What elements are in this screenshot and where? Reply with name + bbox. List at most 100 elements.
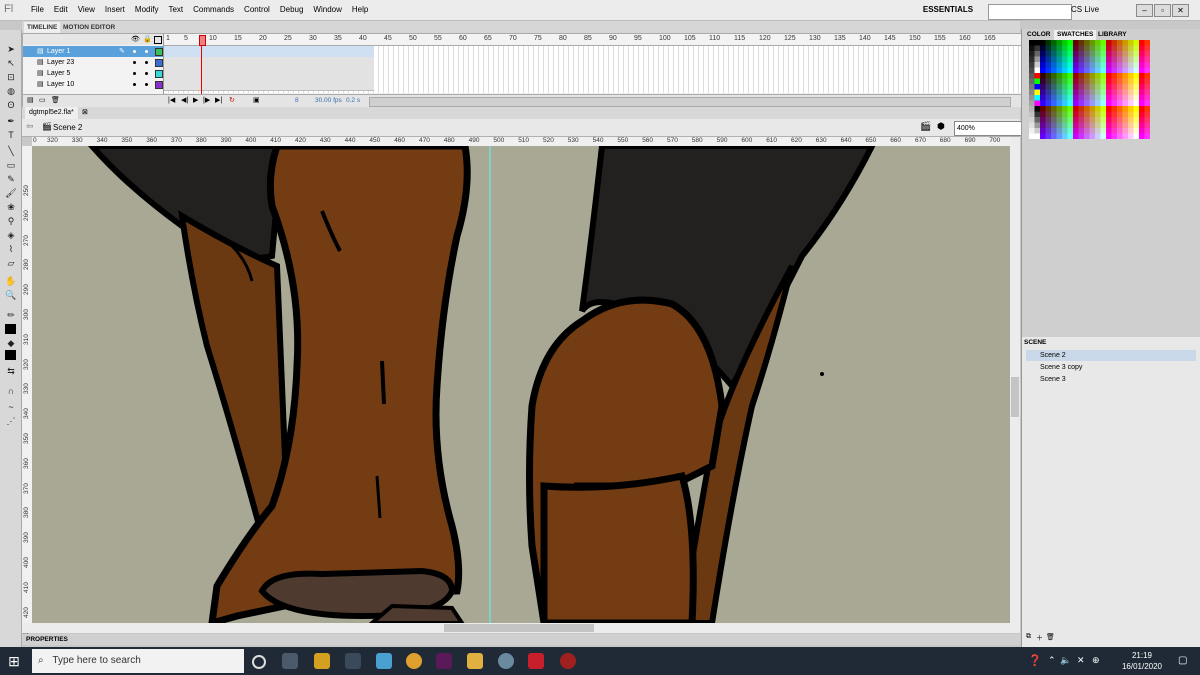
- visibility-dot[interactable]: [133, 83, 136, 86]
- tab-swatches[interactable]: SWATCHES: [1054, 30, 1097, 40]
- color-swatch[interactable]: [1034, 84, 1041, 90]
- color-swatch[interactable]: [1062, 133, 1068, 140]
- color-swatch[interactable]: [1100, 51, 1107, 57]
- tab-library[interactable]: LIBRARY: [1095, 30, 1130, 40]
- tab-timeline[interactable]: TIMELINE: [24, 22, 61, 33]
- lasso-tool-icon[interactable]: ʘ: [5, 100, 17, 110]
- color-swatch[interactable]: [1139, 100, 1145, 107]
- color-swatch[interactable]: [1133, 56, 1140, 63]
- color-swatch[interactable]: [1051, 100, 1057, 107]
- color-swatch[interactable]: [1045, 56, 1052, 63]
- subselection-tool-icon[interactable]: ↖: [5, 58, 17, 68]
- color-swatch[interactable]: [1067, 95, 1074, 101]
- color-swatch[interactable]: [1078, 84, 1085, 90]
- color-swatch[interactable]: [1062, 100, 1068, 107]
- color-swatch[interactable]: [1117, 40, 1123, 46]
- color-swatch[interactable]: [1084, 62, 1090, 68]
- network-icon[interactable]: ⊕: [1092, 655, 1100, 666]
- color-swatch[interactable]: [1095, 122, 1101, 129]
- rectangle-tool-icon[interactable]: ▭: [5, 160, 17, 170]
- color-swatch[interactable]: [1078, 89, 1085, 96]
- color-swatch[interactable]: [1040, 40, 1046, 46]
- color-swatch[interactable]: [1139, 78, 1145, 85]
- onion-skin-icon[interactable]: ▣: [253, 96, 260, 104]
- color-swatch[interactable]: [1078, 133, 1085, 140]
- color-swatch[interactable]: [1117, 111, 1123, 118]
- last-frame-icon[interactable]: ▶|: [215, 96, 222, 104]
- color-swatch[interactable]: [1029, 51, 1035, 57]
- color-swatch[interactable]: [1067, 111, 1074, 118]
- color-swatch[interactable]: [1056, 128, 1063, 134]
- color-swatch[interactable]: [1106, 51, 1112, 57]
- color-swatch[interactable]: [1106, 111, 1112, 118]
- color-swatch[interactable]: [1095, 133, 1101, 140]
- paint-bucket-tool-icon[interactable]: ◈: [5, 230, 17, 240]
- menu-debug[interactable]: Debug: [275, 0, 309, 20]
- color-swatch[interactable]: [1089, 111, 1096, 118]
- color-swatch[interactable]: [1073, 122, 1079, 129]
- color-swatch[interactable]: [1034, 111, 1041, 118]
- hscroll-thumb[interactable]: [444, 624, 594, 632]
- color-swatch[interactable]: [1089, 78, 1096, 85]
- visibility-dot[interactable]: [133, 61, 136, 64]
- zoom-tool-icon[interactable]: 🔍: [5, 290, 17, 300]
- current-frame[interactable]: 8: [295, 97, 299, 104]
- color-swatch[interactable]: [1144, 89, 1151, 96]
- color-swatch[interactable]: [1100, 84, 1107, 90]
- layer-row[interactable]: ▤ Layer 5: [23, 68, 163, 79]
- color-swatch[interactable]: [1089, 40, 1096, 46]
- swap-colors-icon[interactable]: ⇆: [5, 366, 17, 376]
- color-swatch[interactable]: [1078, 62, 1085, 68]
- color-swatch[interactable]: [1128, 56, 1134, 63]
- color-swatch[interactable]: [1128, 128, 1134, 134]
- color-swatch[interactable]: [1084, 73, 1090, 79]
- color-swatch[interactable]: [1128, 100, 1134, 107]
- color-swatch[interactable]: [1084, 95, 1090, 101]
- color-swatch[interactable]: [1084, 100, 1090, 107]
- color-swatch[interactable]: [1100, 78, 1107, 85]
- color-swatch[interactable]: [1029, 45, 1035, 52]
- color-swatch[interactable]: [1100, 95, 1107, 101]
- color-swatch[interactable]: [1144, 117, 1151, 123]
- minimize-icon[interactable]: –: [1136, 4, 1153, 17]
- color-swatch[interactable]: [1100, 62, 1107, 68]
- color-swatch[interactable]: [1095, 95, 1101, 101]
- color-swatch[interactable]: [1034, 45, 1041, 52]
- color-swatch[interactable]: [1056, 89, 1063, 96]
- color-swatch[interactable]: [1056, 51, 1063, 57]
- color-swatch[interactable]: [1062, 95, 1068, 101]
- color-swatch[interactable]: [1122, 106, 1129, 112]
- color-swatch[interactable]: [1067, 89, 1074, 96]
- color-swatch[interactable]: [1034, 106, 1041, 112]
- scene-item[interactable]: Scene 3: [1026, 374, 1196, 385]
- first-frame-icon[interactable]: |◀: [168, 96, 175, 104]
- color-swatch[interactable]: [1045, 106, 1052, 112]
- color-swatch[interactable]: [1056, 122, 1063, 129]
- color-swatch[interactable]: [1106, 67, 1112, 74]
- color-swatch[interactable]: [1144, 62, 1151, 68]
- color-swatch[interactable]: [1117, 51, 1123, 57]
- color-swatch[interactable]: [1040, 62, 1046, 68]
- delete-layer-icon[interactable]: 🗑: [51, 96, 60, 104]
- color-swatch[interactable]: [1106, 62, 1112, 68]
- fill-color-icon[interactable]: ◆: [5, 338, 17, 348]
- color-swatch[interactable]: [1029, 89, 1035, 96]
- color-swatch[interactable]: [1040, 95, 1046, 101]
- color-swatch[interactable]: [1128, 62, 1134, 68]
- color-swatch[interactable]: [1073, 51, 1079, 57]
- color-swatch[interactable]: [1062, 89, 1068, 96]
- color-swatch[interactable]: [1133, 100, 1140, 107]
- pen-tool-icon[interactable]: ✒: [5, 116, 17, 126]
- color-swatch[interactable]: [1056, 95, 1063, 101]
- color-swatch[interactable]: [1084, 78, 1090, 85]
- frame-span[interactable]: [164, 79, 374, 91]
- color-swatch[interactable]: [1139, 84, 1145, 90]
- color-swatch[interactable]: [1144, 67, 1151, 74]
- color-swatch[interactable]: [1034, 122, 1041, 129]
- color-swatch[interactable]: [1029, 56, 1035, 63]
- color-swatch[interactable]: [1111, 106, 1118, 112]
- color-swatch[interactable]: [1073, 95, 1079, 101]
- color-swatch[interactable]: [1084, 106, 1090, 112]
- color-swatch[interactable]: [1095, 106, 1101, 112]
- color-swatch[interactable]: [1034, 128, 1041, 134]
